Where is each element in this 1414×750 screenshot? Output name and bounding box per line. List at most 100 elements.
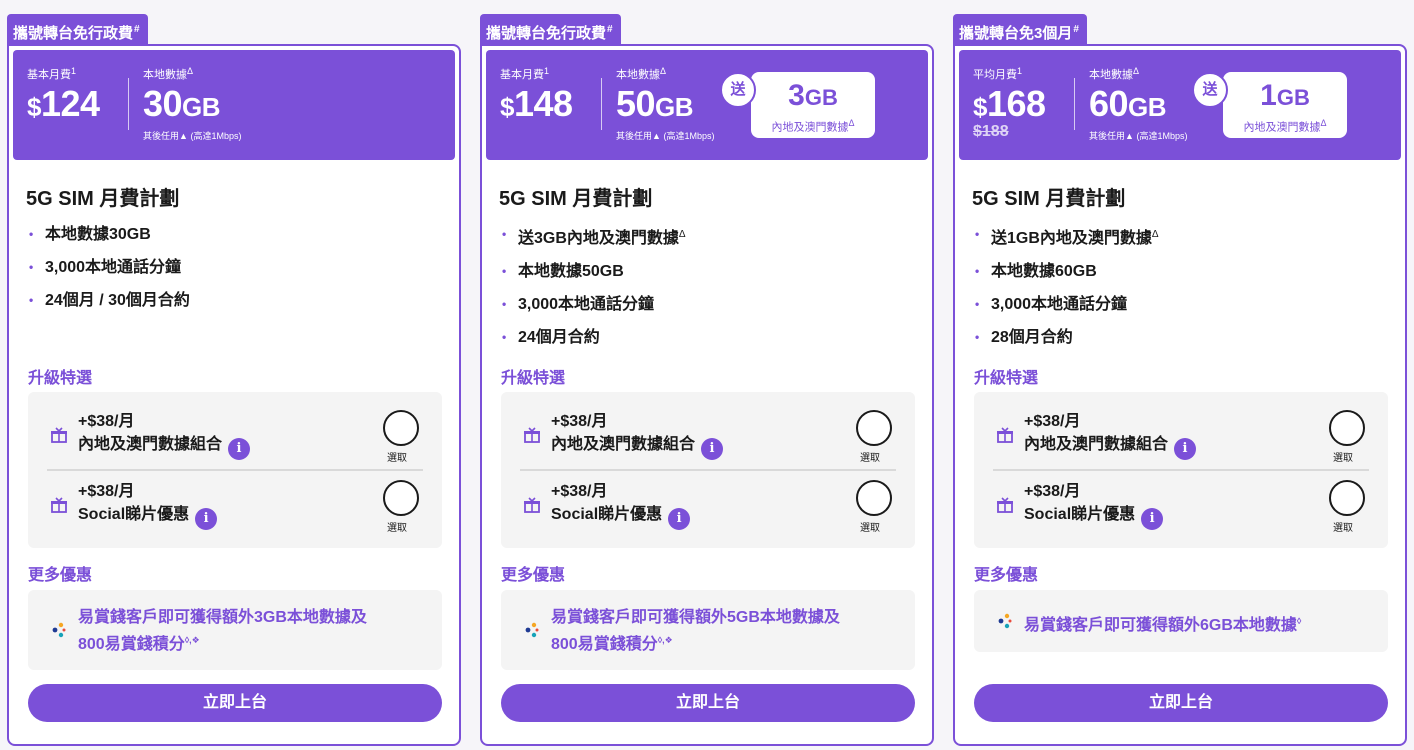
price-label: 基本月費1: [27, 66, 77, 81]
data-label: 本地數據Δ: [143, 66, 194, 81]
feature-item: 28個月合約: [975, 321, 1159, 354]
select-label: 選取: [1333, 453, 1353, 464]
feature-item: 3,000本地通話分鐘: [502, 288, 686, 321]
more-offers-label: 更多優惠: [974, 567, 1039, 584]
feature-item: 本地數據50GB: [502, 255, 686, 288]
addon-name: Social睇片優惠 i: [78, 504, 218, 530]
select-label: 選取: [860, 453, 880, 464]
bonus-data-box: 1GB 內地及澳門數據Δ: [1223, 72, 1347, 138]
addon-price: +$38/月: [78, 413, 135, 430]
info-icon[interactable]: i: [1141, 508, 1164, 530]
monthly-price: $148: [500, 83, 573, 124]
select-radio[interactable]: [383, 410, 419, 446]
header-divider: [601, 78, 602, 130]
monthly-price: $168: [973, 83, 1046, 124]
subscribe-button[interactable]: 立即上台: [501, 684, 915, 722]
monthly-price: $124: [27, 83, 100, 124]
addon-price: +$38/月: [551, 483, 608, 500]
plan-card-1: 攜號轉台免行政費# 基本月費1 $124 本地數據Δ 30GB 其後任用▲ (高…: [7, 14, 461, 750]
select-radio[interactable]: [856, 410, 892, 446]
feature-item: 送1GB內地及澳門數據Δ: [975, 218, 1159, 255]
upgrade-section-label: 升級特選: [501, 370, 566, 387]
info-icon[interactable]: i: [701, 438, 724, 460]
gift-icon: [997, 497, 1013, 513]
addon-social-video[interactable]: +$38/月 Social睇片優惠 i 選取: [28, 474, 442, 540]
divider: [993, 469, 1369, 471]
addon-social-video[interactable]: +$38/月 Social睇片優惠 i 選取: [974, 474, 1388, 540]
info-icon[interactable]: i: [1174, 438, 1197, 460]
select-label: 選取: [860, 523, 880, 534]
plan-card-3: 攜號轉台免3個月# 平均月費1 $168 $188 本地數據Δ 60GB 其後任…: [953, 14, 1407, 750]
feature-list: 送1GB內地及澳門數據Δ 本地數據60GB 3,000本地通話分鐘 28個月合約: [975, 218, 1159, 354]
bonus-data-desc: 內地及澳門數據Δ: [1243, 118, 1327, 134]
speed-note: 其後任用▲ (高達1Mbps): [616, 131, 715, 141]
feature-item: 送3GB內地及澳門數據Δ: [502, 218, 686, 255]
bonus-data-amount: 1GB: [1260, 79, 1310, 112]
addon-price: +$38/月: [1024, 483, 1081, 500]
select-label: 選取: [387, 523, 407, 534]
gift-icon: [997, 427, 1013, 443]
moneyback-offer: 易賞錢客戶即可獲得額外5GB本地數據及 800易賞錢積分◊,❖: [501, 590, 915, 670]
plan-card-2: 攜號轉台免行政費# 基本月費1 $148 本地數據Δ 50GB 其後任用▲ (高…: [480, 14, 934, 750]
upgrade-section-label: 升級特選: [974, 370, 1039, 387]
plan-card-body: 平均月費1 $168 $188 本地數據Δ 60GB 其後任用▲ (高達1Mbp…: [953, 44, 1407, 746]
addon-social-video[interactable]: +$38/月 Social睇片優惠 i 選取: [501, 474, 915, 540]
select-radio[interactable]: [856, 480, 892, 516]
bonus-data-amount: 3GB: [788, 79, 838, 112]
moneyback-logo-icon: [52, 622, 66, 638]
more-offers-label: 更多優惠: [501, 567, 566, 584]
divider: [520, 469, 896, 471]
subscribe-button[interactable]: 立即上台: [974, 684, 1388, 722]
more-offers-label: 更多優惠: [28, 567, 93, 584]
offer-text: 易賞錢客戶即可獲得額外3GB本地數據及 800易賞錢積分◊,❖: [78, 609, 367, 653]
offer-text: 易賞錢客戶即可獲得額外5GB本地數據及 800易賞錢積分◊,❖: [551, 609, 840, 653]
plan-card-body: 基本月費1 $148 本地數據Δ 50GB 其後任用▲ (高達1Mbps) 3G…: [480, 44, 934, 746]
addon-china-data[interactable]: +$38/月 內地及澳門數據組合 i 選取: [501, 404, 915, 470]
select-radio[interactable]: [1329, 410, 1365, 446]
addon-price: +$38/月: [551, 413, 608, 430]
select-radio[interactable]: [383, 480, 419, 516]
plan-tag: 攜號轉台免行政費#: [480, 14, 621, 44]
bonus-data-desc: 內地及澳門數據Δ: [771, 118, 855, 134]
feature-list: 本地數據30GB 3,000本地通話分鐘 24個月 / 30個月合約: [29, 218, 190, 317]
moneyback-offer: 易賞錢客戶即可獲得額外6GB本地數據◊: [974, 590, 1388, 652]
plan-header: 平均月費1 $168 $188 本地數據Δ 60GB 其後任用▲ (高達1Mbp…: [959, 50, 1401, 160]
speed-note: 其後任用▲ (高達1Mbps): [143, 131, 242, 141]
price-block: 平均月費1 $168 $188: [973, 64, 1046, 141]
plan-card-body: 基本月費1 $124 本地數據Δ 30GB 其後任用▲ (高達1Mbps) 5G…: [7, 44, 461, 746]
info-icon[interactable]: i: [195, 508, 218, 530]
addon-name: 內地及澳門數據組合 i: [551, 434, 724, 460]
upgrade-section-label: 升級特選: [28, 370, 93, 387]
plan-header: 基本月費1 $148 本地數據Δ 50GB 其後任用▲ (高達1Mbps) 3G…: [486, 50, 928, 160]
gift-icon: [524, 497, 540, 513]
gift-icon: [524, 427, 540, 443]
price-block: 基本月費1 $124: [27, 64, 100, 127]
feature-item: 3,000本地通話分鐘: [29, 251, 190, 284]
addon-price: +$38/月: [1024, 413, 1081, 430]
info-icon[interactable]: i: [228, 438, 251, 460]
data-amount: 60GB: [1089, 83, 1167, 124]
original-price: $188: [973, 123, 1009, 140]
addon-price: +$38/月: [78, 483, 135, 500]
price-block: 基本月費1 $148: [500, 64, 573, 127]
addon-panel: +$38/月 內地及澳門數據組合 i 選取 +$38/月 Social睇片優惠 i …: [28, 392, 442, 548]
price-label: 平均月費1: [973, 66, 1023, 81]
price-label: 基本月費1: [500, 66, 550, 81]
plan-title: 5G SIM 月費計劃: [499, 188, 653, 210]
info-icon[interactable]: i: [668, 508, 691, 530]
data-amount: 50GB: [616, 83, 694, 124]
plan-header: 基本月費1 $124 本地數據Δ 30GB 其後任用▲ (高達1Mbps): [13, 50, 455, 160]
moneyback-offer: 易賞錢客戶即可獲得額外3GB本地數據及 800易賞錢積分◊,❖: [28, 590, 442, 670]
addon-china-data[interactable]: +$38/月 內地及澳門數據組合 i 選取: [28, 404, 442, 470]
feature-list: 送3GB內地及澳門數據Δ 本地數據50GB 3,000本地通話分鐘 24個月合約: [502, 218, 686, 354]
subscribe-button[interactable]: 立即上台: [28, 684, 442, 722]
select-radio[interactable]: [1329, 480, 1365, 516]
addon-china-data[interactable]: +$38/月 內地及澳門數據組合 i 選取: [974, 404, 1388, 470]
moneyback-logo-icon: [998, 613, 1012, 629]
data-label: 本地數據Δ: [1089, 66, 1140, 81]
plan-title: 5G SIM 月費計劃: [972, 188, 1126, 210]
data-block: 本地數據Δ 60GB 其後任用▲ (高達1Mbps): [1089, 64, 1187, 142]
select-label: 選取: [1333, 523, 1353, 534]
plan-tag: 攜號轉台免行政費#: [7, 14, 148, 44]
gift-badge: 送: [720, 72, 756, 108]
